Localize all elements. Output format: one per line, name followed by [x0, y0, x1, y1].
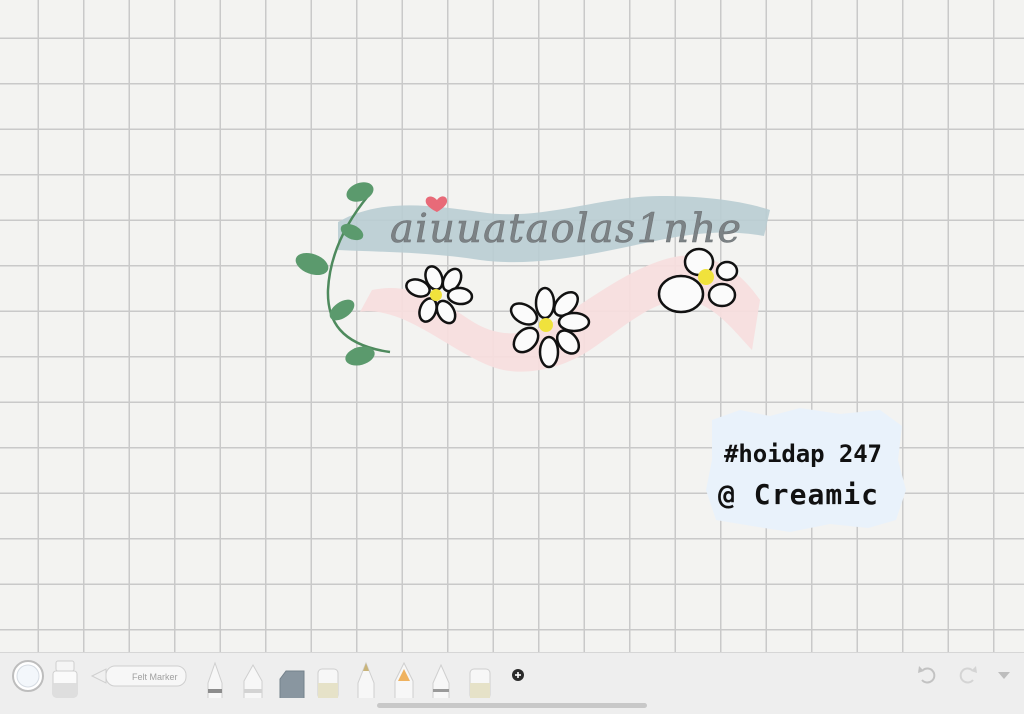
undo-icon[interactable] [918, 666, 936, 684]
toolbar-tools: Felt Marker [12, 660, 1010, 700]
redo-icon[interactable] [959, 666, 977, 684]
home-indicator-area [0, 698, 1024, 714]
highlighter-tool[interactable] [394, 661, 414, 700]
fill-tool[interactable] [469, 668, 491, 700]
note-background [706, 408, 906, 532]
vine-doodle [295, 182, 391, 366]
chevron-down-icon[interactable] [998, 672, 1010, 679]
color-picker-button[interactable] [12, 660, 44, 692]
drawing-canvas[interactable]: aiuuataolas1nhe #hoidap 247 @ Creamic [0, 0, 1024, 652]
drawing-toolbar: Felt Marker [0, 652, 1024, 700]
ballpoint-pen-tool[interactable] [432, 663, 450, 700]
plus-circle-icon[interactable] [512, 669, 524, 681]
handwritten-title: aiuuataolas1nhe [390, 206, 740, 252]
home-indicator[interactable] [377, 703, 647, 708]
felt-marker-label: Felt Marker [132, 672, 178, 682]
artwork: aiuuataolas1nhe #hoidap 247 @ Creamic [295, 182, 906, 532]
gray-brush-tool[interactable] [279, 670, 305, 700]
pencil-tool[interactable] [357, 661, 375, 700]
felt-marker-tool[interactable]: Felt Marker [90, 665, 187, 687]
ink-bottle-tool[interactable] [52, 660, 78, 698]
eraser-tool[interactable] [317, 668, 339, 700]
note-line-2: @ Creamic [718, 478, 878, 511]
note-line-1: #hoidap 247 [724, 440, 882, 468]
fine-pen-tool[interactable] [207, 661, 223, 700]
marker-pen-tool[interactable] [243, 663, 263, 700]
